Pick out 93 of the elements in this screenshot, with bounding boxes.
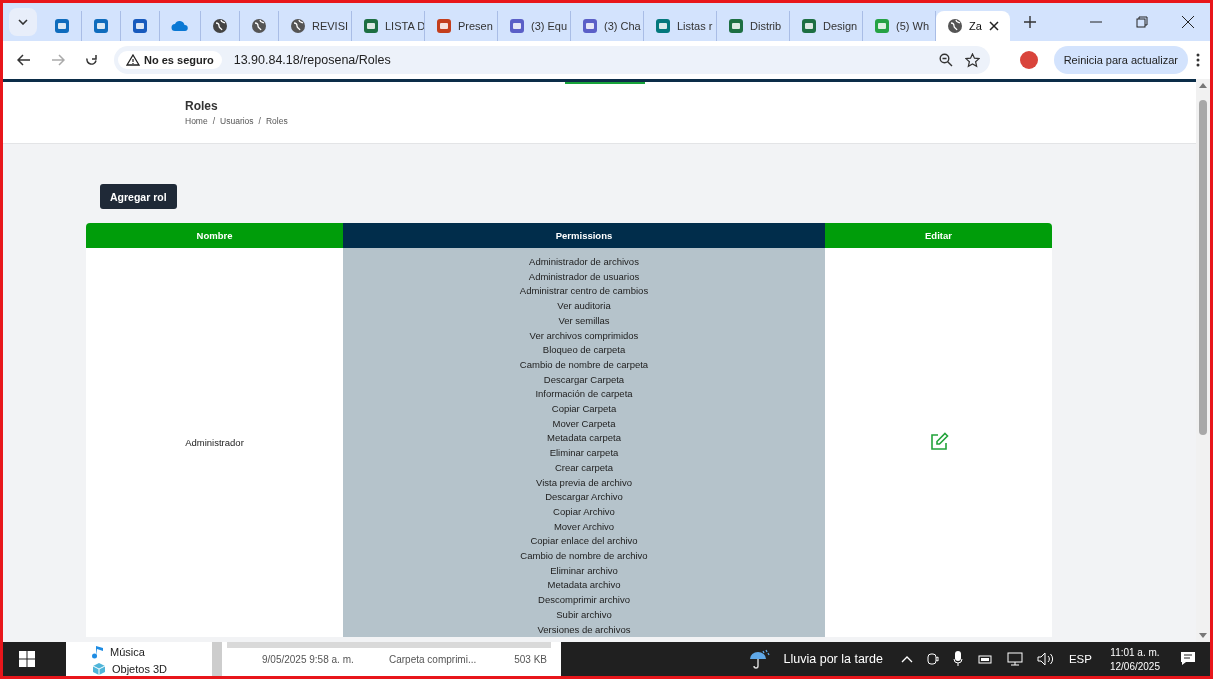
- permission-item: Crear carpeta: [553, 460, 615, 475]
- file-row[interactable]: 9/05/2025 9:58 a. m. Carpeta comprimi... 503 KB: [222, 648, 561, 670]
- star-icon[interactable]: [964, 52, 980, 68]
- globe-icon: [251, 18, 267, 34]
- chevron-down-icon: [18, 19, 28, 25]
- chevron-up-icon[interactable]: [900, 655, 913, 663]
- menu-icon[interactable]: [1196, 53, 1200, 67]
- table-cell: Administrador: [86, 248, 343, 638]
- globe-icon: [947, 18, 963, 34]
- umbrella-icon: [747, 649, 770, 669]
- reload-icon[interactable]: [85, 53, 98, 67]
- permission-item: Cambio de nombre de archivo: [519, 549, 649, 564]
- globe-icon: [212, 18, 228, 34]
- breadcrumb-link[interactable]: Roles: [266, 116, 288, 126]
- breadcrumb-separator: /: [212, 116, 216, 126]
- app-icon: [132, 18, 148, 34]
- permission-item: Administrador de archivos: [528, 255, 640, 269]
- scroll-down-icon[interactable]: [1199, 633, 1207, 638]
- explorer-nav-item[interactable]: Objetos 3D: [92, 662, 212, 676]
- globe-icon: [290, 18, 306, 34]
- app-icon: [93, 18, 109, 34]
- permission-item: Administrador de usuarios: [527, 269, 641, 284]
- permission-item: Mover Archivo: [552, 519, 616, 534]
- address-field[interactable]: No es seguro 13.90.84.18/reposena/Roles: [114, 46, 990, 74]
- permission-item: Cambio de nombre de carpeta: [518, 357, 650, 372]
- permission-item: Metadata archivo: [546, 578, 622, 593]
- notification-icon[interactable]: [1180, 651, 1196, 667]
- scrollbar[interactable]: [1196, 79, 1210, 642]
- app-icon: [436, 18, 452, 34]
- new-tab-icon[interactable]: [1024, 16, 1036, 28]
- microphone-icon[interactable]: [952, 651, 963, 667]
- restore-icon[interactable]: [1136, 16, 1148, 28]
- back-arrow-icon[interactable]: [17, 54, 31, 66]
- column-header: Nombre: [86, 223, 343, 248]
- warning-icon: [126, 54, 140, 66]
- breadcrumb-link[interactable]: Usuarios: [220, 116, 254, 126]
- clock-date[interactable]: 12/06/2025: [1109, 660, 1160, 672]
- explorer-nav-item[interactable]: Música: [92, 645, 212, 659]
- scrollbar-thumb[interactable]: [1199, 100, 1207, 435]
- url-text: 13.90.84.18/reposena/Roles: [233, 53, 391, 67]
- breadcrumb-link[interactable]: Home: [185, 116, 208, 126]
- permission-item: Copiar Carpeta: [550, 402, 618, 417]
- cloud-icon: [171, 20, 189, 32]
- permission-item: Metadata carpeta: [546, 431, 622, 446]
- permission-item: Ver auditoria: [556, 299, 612, 314]
- tab-search-button[interactable]: [9, 8, 37, 36]
- close-tab-icon[interactable]: [989, 21, 999, 31]
- battery-icon[interactable]: [976, 653, 993, 665]
- close-icon[interactable]: [1182, 16, 1194, 28]
- add-role-button[interactable]: Agregar rol: [100, 184, 177, 209]
- app-icon: [801, 18, 817, 34]
- permission-item: Información de carpeta: [534, 387, 634, 402]
- app-icon: [509, 18, 525, 34]
- language-indicator[interactable]: ESP: [1068, 653, 1092, 665]
- permission-item: Ver archivos comprimidos: [528, 328, 640, 343]
- column-header: Permissions: [343, 223, 825, 248]
- update-button[interactable]: Reinicia para actualizar: [1053, 46, 1188, 74]
- camera-icon[interactable]: [926, 651, 939, 667]
- permission-item: Descargar Carpeta: [542, 372, 626, 387]
- permission-item: Vista previa de archivo: [535, 475, 633, 490]
- permission-item: Eliminar archivo: [549, 563, 619, 578]
- permission-item: Ver semillas: [557, 313, 611, 328]
- edit-icon[interactable]: [928, 431, 949, 452]
- speaker-icon[interactable]: [1036, 652, 1055, 666]
- scroll-up-icon[interactable]: [1199, 83, 1207, 88]
- weather-text[interactable]: Lluvia por la tarde: [783, 652, 883, 666]
- app-icon: [874, 18, 890, 34]
- app-icon: [582, 18, 598, 34]
- app-icon: [728, 18, 744, 34]
- windows-start-icon[interactable]: [19, 651, 35, 667]
- browser-tab[interactable]: Za: [936, 11, 1010, 41]
- app-icon: [54, 18, 70, 34]
- permission-item: Descargar Archivo: [544, 490, 624, 505]
- column-header: Editar: [825, 223, 1052, 248]
- permission-item: Subir archivo: [555, 607, 613, 622]
- permission-item: Versiones de archivos: [536, 622, 632, 637]
- app-icon: [363, 18, 379, 34]
- app-icon: [655, 18, 671, 34]
- permission-item: Bloqueo de carpeta: [541, 343, 627, 358]
- permission-item: Mover Carpeta: [551, 416, 617, 431]
- scrollbar[interactable]: [212, 642, 222, 676]
- permission-item: Administrar centro de cambios: [518, 284, 650, 299]
- page-title: Roles: [185, 99, 219, 113]
- permission-item: Copiar Archivo: [552, 504, 616, 519]
- profile-avatar[interactable]: [1019, 51, 1038, 69]
- permission-item: Copiar enlace del archivo: [529, 534, 639, 549]
- security-chip[interactable]: No es seguro: [118, 51, 222, 69]
- zoom-icon[interactable]: [938, 53, 953, 67]
- permission-item: Descomprimir archivo: [537, 593, 631, 608]
- breadcrumb-separator: /: [258, 116, 261, 126]
- permission-item: Eliminar carpeta: [548, 446, 620, 461]
- clock-time[interactable]: 11:01 a. m.: [1110, 646, 1160, 658]
- music-note-icon: [92, 645, 104, 659]
